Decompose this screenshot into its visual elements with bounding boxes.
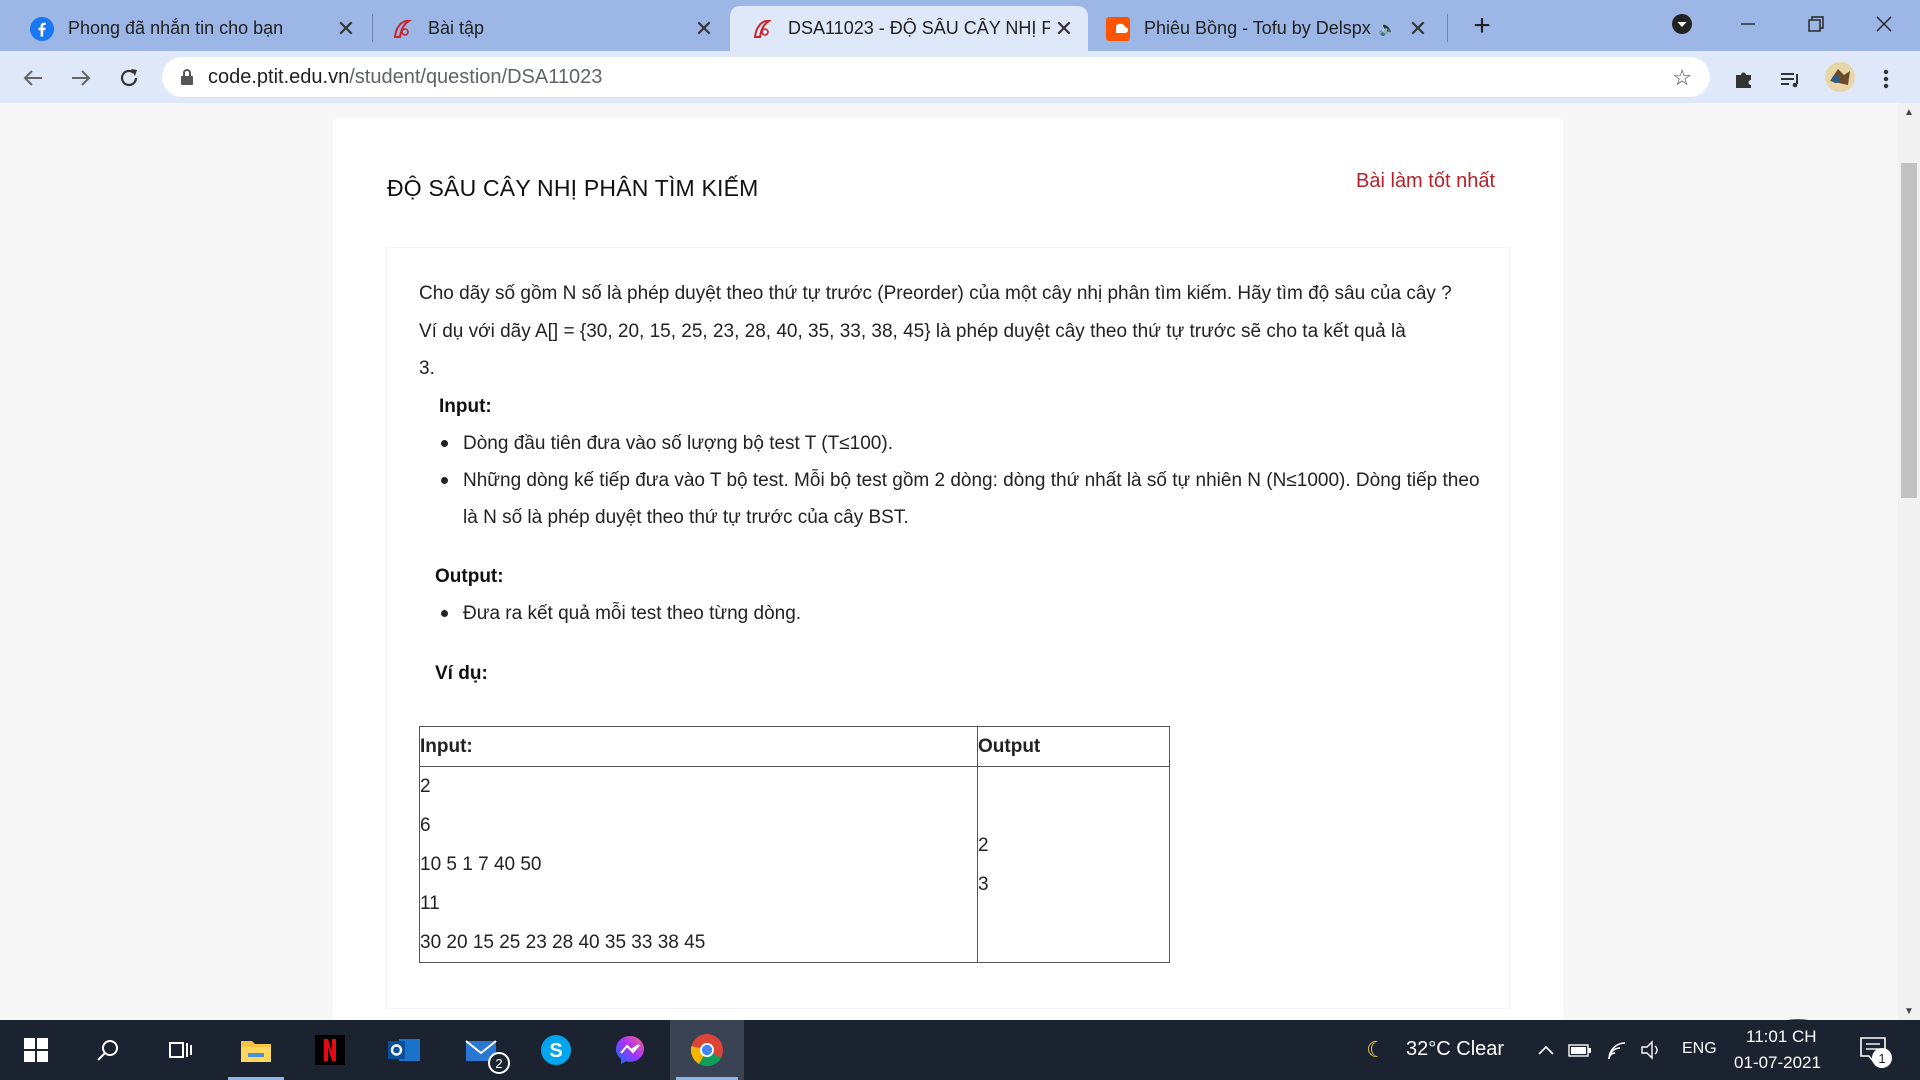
- question-card: ĐỘ SÂU CÂY NHỊ PHÂN TÌM KIẾM Bài làm tốt…: [333, 118, 1563, 1020]
- list-item: Dòng đầu tiên đưa vào số lượng bộ test T…: [437, 425, 1480, 462]
- problem-statement: Cho dãy số gồm N số là phép duyệt theo t…: [387, 248, 1509, 1008]
- scroll-thumb[interactable]: [1901, 163, 1917, 498]
- table-header-input: Input:: [419, 726, 978, 767]
- task-view-icon[interactable]: [146, 1020, 214, 1080]
- list-item-continuation: là N số là phép duyệt theo thứ tự trước …: [463, 507, 909, 528]
- url-text: code.ptit.edu.vn/student/question/DSA110…: [208, 66, 602, 89]
- close-tab-icon[interactable]: ✕: [332, 15, 360, 43]
- clock-date[interactable]: 01-07-2021: [1734, 1053, 1821, 1073]
- notification-badge: 1: [1872, 1048, 1892, 1068]
- scroll-up-arrow-icon[interactable]: ▲: [1898, 103, 1920, 121]
- new-tab-button[interactable]: +: [1466, 9, 1498, 42]
- page-title: ĐỘ SÂU CÂY NHỊ PHÂN TÌM KIẾM: [387, 175, 759, 201]
- input-line: 2: [420, 776, 431, 797]
- page-viewport: ĐỘ SÂU CÂY NHỊ PHÂN TÌM KIẾM Bài làm tốt…: [0, 103, 1898, 1020]
- example-output-cell: 2 3: [977, 766, 1170, 963]
- url-host: code.ptit.edu.vn: [208, 65, 350, 88]
- chevron-up-icon[interactable]: [1534, 1038, 1558, 1062]
- tab-title: Bài tập: [428, 18, 485, 38]
- statement-line: Ví dụ với dãy A[] = {30, 20, 15, 25, 23,…: [419, 321, 1406, 342]
- tab-separator: [1447, 14, 1448, 42]
- tab-title: Phiêu Bồng - Tofu by Delspx: [1144, 18, 1371, 38]
- example-input-cell: 2 6 10 5 1 7 40 50 11 30 20 15 25 23 28 …: [419, 766, 978, 963]
- speaker-icon[interactable]: 🔈: [1379, 20, 1396, 37]
- statement-line: 3.: [419, 358, 435, 379]
- lock-icon[interactable]: [180, 68, 196, 86]
- input-line: 10 5 1 7 40 50: [420, 854, 542, 875]
- close-window-icon[interactable]: [1864, 6, 1904, 42]
- battery-icon[interactable]: [1568, 1038, 1592, 1062]
- back-icon[interactable]: [16, 61, 50, 95]
- output-line: 2: [978, 834, 989, 856]
- close-tab-icon[interactable]: ✕: [690, 15, 718, 43]
- tab-dsa11023[interactable]: DSA11023 - ĐỘ SÂU CÂY NHỊ PHÂN TÌM KIẾM …: [730, 6, 1088, 51]
- tab-search-icon[interactable]: [1662, 6, 1702, 42]
- tab-strip: Phong đã nhắn tin cho bạn ✕ Bài tập ✕ DS…: [0, 0, 1920, 51]
- browser-menu-icon[interactable]: [1872, 65, 1900, 93]
- windows-taskbar: 2 S ☾ 32°C Clear ENG 11:01 CH 01-07-2021…: [0, 1020, 1920, 1080]
- tab-title: DSA11023 - ĐỘ SÂU CÂY NHỊ PHÂN TÌM KIẾM: [788, 18, 1050, 38]
- input-line: 11: [420, 893, 440, 914]
- forward-icon[interactable]: [64, 61, 98, 95]
- output-list: Đưa ra kết quả mỗi test theo từng dòng.: [437, 595, 801, 632]
- notifications-icon[interactable]: 1: [1858, 1034, 1892, 1068]
- table-row: 2 6 10 5 1 7 40 50 11 30 20 15 25 23 28 …: [419, 766, 1170, 963]
- output-line: 3: [978, 873, 989, 895]
- input-heading: Input:: [439, 396, 492, 417]
- best-solution-link[interactable]: Bài làm tốt nhất: [1356, 170, 1495, 193]
- input-list: Dòng đầu tiên đưa vào số lượng bộ test T…: [437, 425, 1480, 536]
- output-heading: Output:: [435, 566, 504, 587]
- close-tab-icon[interactable]: ✕: [1404, 15, 1432, 43]
- ptit-logo-icon: [390, 17, 414, 41]
- volume-icon[interactable]: [1640, 1038, 1664, 1062]
- close-tab-icon[interactable]: ✕: [1050, 15, 1078, 43]
- wifi-icon[interactable]: [1606, 1038, 1630, 1062]
- scroll-down-arrow-icon[interactable]: ▼: [1898, 1002, 1920, 1020]
- example-heading: Ví dụ:: [435, 663, 488, 684]
- soundcloud-icon: [1106, 16, 1130, 41]
- browser-toolbar: code.ptit.edu.vn/student/question/DSA110…: [0, 51, 1920, 103]
- bookmark-star-icon[interactable]: ☆: [1672, 65, 1692, 91]
- weather-text[interactable]: 32°C Clear: [1406, 1038, 1504, 1061]
- search-icon[interactable]: [74, 1020, 142, 1080]
- ptit-logo-icon: [750, 17, 774, 41]
- chrome-icon[interactable]: [670, 1020, 744, 1080]
- extensions-puzzle-icon[interactable]: [1730, 65, 1758, 93]
- profile-avatar[interactable]: [1824, 61, 1856, 93]
- tab-title: Phong đã nhắn tin cho bạn: [68, 18, 284, 38]
- example-table: Input: Output 2 6 10 5 1 7 40 50 11 30 2…: [419, 726, 1170, 963]
- input-line: 30 20 15 25 23 28 40 35 33 38 45: [420, 932, 706, 953]
- tab-soundcloud[interactable]: Phiêu Bồng - Tofu by Delspx 🔈 ✕: [1088, 6, 1442, 51]
- reload-icon[interactable]: [112, 61, 146, 95]
- file-explorer-icon[interactable]: [222, 1020, 290, 1080]
- table-header-output: Output: [977, 726, 1170, 767]
- url-path: /student/question/DSA11023: [349, 65, 603, 88]
- media-queue-icon[interactable]: [1776, 65, 1804, 93]
- facebook-icon: [30, 16, 54, 41]
- messenger-icon[interactable]: [596, 1020, 664, 1080]
- table-header-row: Input: Output: [419, 726, 1170, 767]
- outlook-icon[interactable]: [370, 1020, 438, 1080]
- clock-time[interactable]: 11:01 CH: [1746, 1027, 1817, 1047]
- language-indicator[interactable]: ENG: [1682, 1040, 1717, 1058]
- address-bar[interactable]: code.ptit.edu.vn/student/question/DSA110…: [162, 57, 1710, 97]
- input-line: 6: [420, 815, 431, 836]
- mail-icon[interactable]: 2: [448, 1020, 516, 1080]
- mail-badge: 2: [488, 1052, 510, 1074]
- skype-icon[interactable]: S: [522, 1020, 590, 1080]
- netflix-icon[interactable]: [296, 1020, 364, 1080]
- tab-facebook[interactable]: Phong đã nhắn tin cho bạn ✕: [4, 6, 370, 51]
- list-item: Những dòng kế tiếp đưa vào T bộ test. Mỗ…: [437, 462, 1480, 499]
- list-item: Đưa ra kết quả mỗi test theo từng dòng.: [437, 595, 801, 632]
- page-scrollbar[interactable]: ▲ ▼: [1898, 103, 1920, 1020]
- moon-weather-icon[interactable]: ☾: [1364, 1037, 1388, 1062]
- minimize-icon[interactable]: [1728, 6, 1768, 42]
- statement-line: Cho dãy số gồm N số là phép duyệt theo t…: [419, 283, 1452, 304]
- tab-bai-tap[interactable]: Bài tập ✕: [364, 6, 728, 51]
- windows-start-icon[interactable]: [2, 1020, 70, 1080]
- restore-icon[interactable]: [1796, 6, 1836, 42]
- svg-text:S: S: [549, 1040, 562, 1062]
